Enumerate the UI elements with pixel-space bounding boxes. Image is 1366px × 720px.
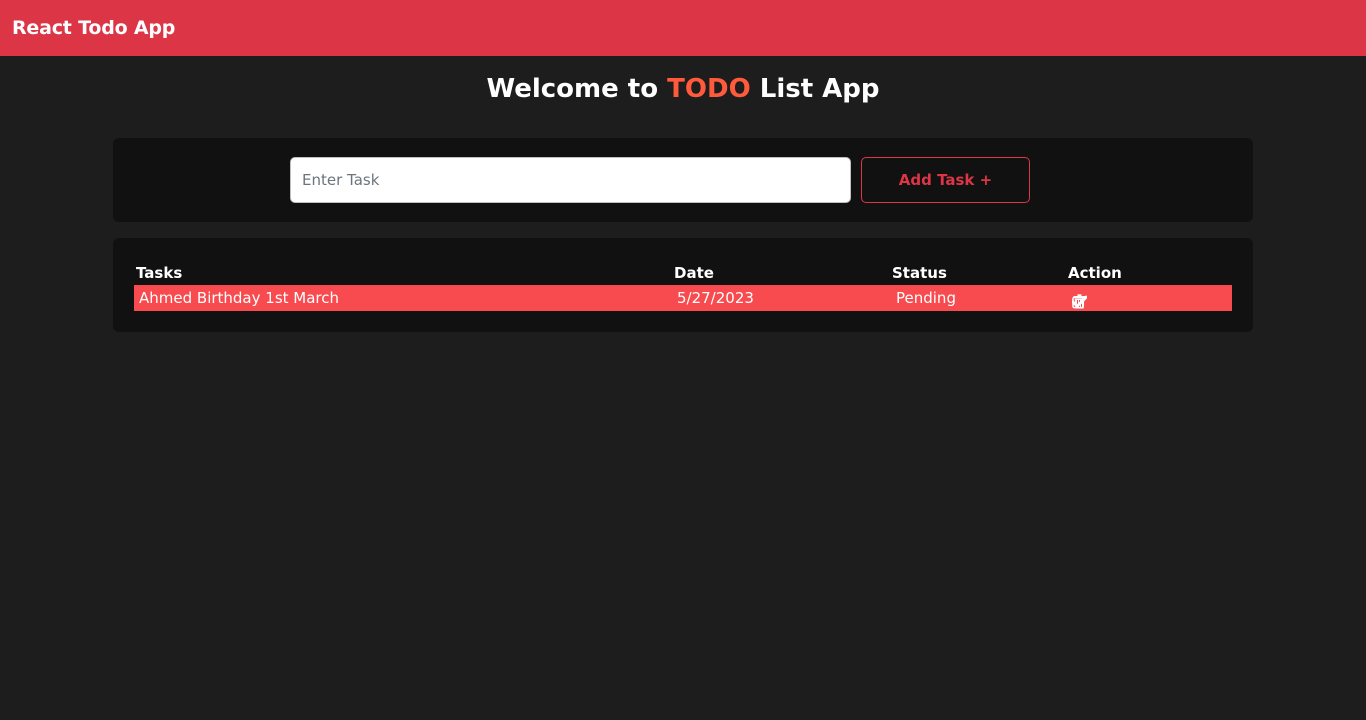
column-header-date: Date [674,264,714,282]
title-accent: TODO [667,74,751,104]
column-header-tasks: Tasks [136,264,183,282]
add-task-panel: Add Task + [113,138,1253,222]
column-header-action: Action [1068,264,1122,282]
navbar: React Todo App [0,0,1366,56]
table-header: Tasks Date Status Action [134,264,1232,284]
column-header-status: Status [892,264,947,282]
title-prefix: Welcome to [486,74,659,104]
check-icon[interactable] [1072,294,1087,309]
task-name: Ahmed Birthday 1st March [139,289,340,307]
table-row: Ahmed Birthday 1st March 5/27/2023 Pendi… [134,285,1232,311]
task-input[interactable] [290,157,851,203]
task-status: Pending [896,289,956,307]
add-task-button[interactable]: Add Task + [861,157,1030,203]
title-suffix: List App [759,74,880,104]
tasks-table: Tasks Date Status Action Ahmed Birthday … [113,238,1253,332]
task-date: 5/27/2023 [677,289,754,307]
brand-title[interactable]: React Todo App [12,17,175,39]
page-title: Welcome to TODO List App [0,74,1366,110]
